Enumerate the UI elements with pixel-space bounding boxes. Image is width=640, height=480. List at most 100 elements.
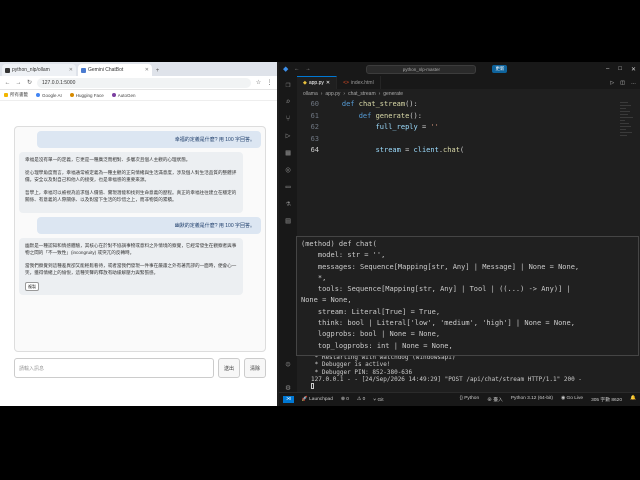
bookmark-autogen[interactable]: AutoGen: [111, 93, 136, 98]
nav-forward-icon[interactable]: →: [305, 66, 310, 72]
bot-message-paragraph: 哲學上，幸福可以被視為追求個人價值、實現潛能和找到生命意義的歷程。真正的幸福往往…: [25, 189, 237, 203]
status-python[interactable]: {} Python: [460, 396, 480, 403]
testing-icon[interactable]: ⚗: [286, 199, 291, 208]
close-icon[interactable]: ✕: [631, 66, 636, 73]
github-icon: [5, 67, 10, 73]
terminal-panel[interactable]: * Restarting with watchdog (windowsapi) …: [297, 354, 640, 394]
explorer-icon[interactable]: ❐: [286, 80, 291, 89]
bot-message: 幸福是沒有單一的定義，它更是一種廣泛而相對、多層次且個人主觀的心理狀態。 從心理…: [19, 152, 243, 213]
page-icon: [81, 67, 86, 73]
status-warnings[interactable]: ⚠ 0: [357, 397, 365, 402]
update-button[interactable]: 更新: [492, 65, 508, 73]
tab-app-py[interactable]: ◆ app.py ✕: [297, 76, 338, 89]
desktop-screen: python_nlp/ollam ✕ Gemini ChatBot ✕ + ← …: [0, 62, 640, 406]
bot-message-paragraph: 幽默是一種認知和情感體驗，其核心在於對不協調事物或意料之外情境的察覺，它經常發生…: [25, 242, 237, 256]
user-message: 幽默的定義是什麼? 用 100 字回答。: [37, 216, 261, 234]
code-token: =: [400, 146, 414, 154]
close-icon[interactable]: ✕: [326, 80, 330, 86]
bot-message-paragraph: 從心理學角度而言，幸福通常被定義為一種主觀的正向情緒與生活滿意度，涉及個人對生活…: [25, 169, 237, 183]
more-actions-icon[interactable]: …: [631, 80, 636, 86]
status-go-live[interactable]: ◉ Go Live: [561, 396, 583, 403]
extensions-icon[interactable]: ▦: [286, 148, 291, 157]
bookmark-label: Hugging Face: [75, 92, 104, 98]
editor-tabs: ◆ app.py ✕ <> index.html ▷ ◫ …: [297, 76, 640, 89]
close-icon[interactable]: ✕: [69, 67, 73, 73]
nav-back-icon[interactable]: ←: [294, 66, 299, 72]
status-text: Git: [377, 397, 384, 403]
code-line: 61 def generate ():: [297, 111, 627, 123]
breadcrumb-item[interactable]: chat_stream: [348, 91, 376, 97]
status-word-count[interactable]: 305 字數 8620: [591, 396, 622, 403]
run-debug-icon[interactable]: ▷: [286, 131, 291, 140]
forward-icon[interactable]: →: [15, 80, 22, 86]
tab-index-html[interactable]: <> index.html: [337, 76, 381, 89]
chat-input-placeholder: 請輸入訊息: [19, 365, 45, 372]
breadcrumb-item[interactable]: ollama: [303, 91, 318, 97]
vscode-titlebar: ◆ ← → python_nlp-master 更新 – □ ✕: [279, 62, 640, 76]
docker-icon[interactable]: ▤: [286, 216, 291, 225]
code-token: generate: [375, 111, 410, 120]
status-git[interactable]: ⑂ Git: [373, 397, 383, 403]
breadcrumb-item[interactable]: generate: [383, 91, 403, 97]
new-tab-icon[interactable]: +: [154, 68, 161, 74]
bookmark-all[interactable]: 所有書籤: [4, 92, 28, 98]
settings-gear-icon[interactable]: ⚙: [286, 383, 291, 392]
maximize-icon[interactable]: □: [618, 66, 622, 73]
chat-app: 幸福的定義是什麼? 用 100 字回答。 幸福是沒有單一的定義，它更是一種廣泛而…: [14, 126, 266, 392]
address-bar-row: ← → ↻ 127.0.0.1:5000 ☆ ⋮: [0, 76, 277, 90]
remote-indicator-icon[interactable]: ⋊: [283, 396, 294, 403]
status-launchpad[interactable]: 🚀 Launchpad: [302, 397, 333, 402]
bot-message-paragraph: 幸福是沒有單一的定義，它更是一種廣泛而相對、多層次且個人主觀的心理狀態。: [25, 157, 191, 162]
hover-line: None = None,: [301, 296, 352, 305]
star-icon[interactable]: ☆: [255, 79, 262, 86]
run-icon[interactable]: ▷: [610, 80, 614, 86]
search-icon[interactable]: ⌕: [286, 97, 291, 106]
hover-line: logprobs: bool | None = None,: [301, 330, 441, 339]
reload-icon[interactable]: ↻: [26, 79, 33, 86]
bookmark-google-ai[interactable]: Google AI: [36, 93, 62, 98]
hover-line: messages: Sequence[Mapping[str, Any] | M…: [301, 262, 580, 271]
command-search-input[interactable]: python_nlp-master: [366, 64, 477, 74]
code-editor[interactable]: 60 def chat_stream (): 61 def generate (): 6…: [297, 99, 627, 179]
close-icon[interactable]: ✕: [145, 67, 149, 73]
account-icon[interactable]: ☺: [286, 360, 291, 369]
source-control-icon[interactable]: ⑂: [286, 114, 291, 123]
code-token: =: [417, 123, 431, 131]
browser-tab-label: python_nlp/ollam: [12, 67, 50, 73]
chat-log[interactable]: 幸福的定義是什麼? 用 100 字回答。 幸福是沒有單一的定義，它更是一種廣泛而…: [14, 126, 266, 352]
bookmark-hugging-face[interactable]: Hugging Face: [69, 92, 104, 98]
minimap[interactable]: [620, 102, 634, 212]
back-icon[interactable]: ←: [4, 80, 11, 86]
chat-input[interactable]: 請輸入訊息: [14, 358, 214, 378]
remote-explorer-icon[interactable]: ▭: [286, 182, 291, 191]
minimize-icon[interactable]: –: [606, 66, 609, 73]
breadcrumb-item[interactable]: app.py: [325, 91, 340, 97]
python-icon[interactable]: ◎: [286, 165, 291, 174]
clear-button[interactable]: 清除: [244, 358, 266, 378]
code-token: (: [459, 146, 465, 154]
hover-line: top_logprobs: int | None = None,: [301, 341, 453, 350]
status-interpreter[interactable]: Python 3.12 (64-bit): [511, 396, 553, 403]
braces-icon: {}: [459, 396, 463, 401]
browser-tabstrip: python_nlp/ollam ✕ Gemini ChatBot ✕ +: [0, 62, 277, 76]
vscode-logo-icon: ◆: [283, 66, 289, 73]
copy-button[interactable]: 複製: [25, 281, 39, 291]
menu-icon[interactable]: ⋮: [266, 79, 273, 86]
rocket-icon: 🚀: [301, 397, 308, 402]
url-input[interactable]: 127.0.0.1:5000: [37, 77, 251, 88]
user-message: 幸福的定義是什麼? 用 100 字回答。: [37, 131, 261, 148]
bell-icon[interactable]: 🔔: [630, 396, 636, 403]
status-errors[interactable]: ⊗ 0: [341, 397, 349, 402]
html-file-icon: <>: [343, 79, 349, 86]
browser-tab-1[interactable]: python_nlp/ollam ✕: [2, 64, 76, 76]
status-input-method[interactable]: ⊕ 臺入: [487, 396, 503, 403]
split-editor-icon[interactable]: ◫: [620, 80, 625, 86]
browser-window: python_nlp/ollam ✕ Gemini ChatBot ✕ + ← …: [0, 62, 277, 406]
tab-label: index.html: [350, 79, 374, 86]
browser-tab-2[interactable]: Gemini ChatBot ✕: [78, 64, 152, 76]
send-button[interactable]: 送出: [218, 358, 240, 378]
chevron-right-icon: ›: [378, 91, 381, 97]
